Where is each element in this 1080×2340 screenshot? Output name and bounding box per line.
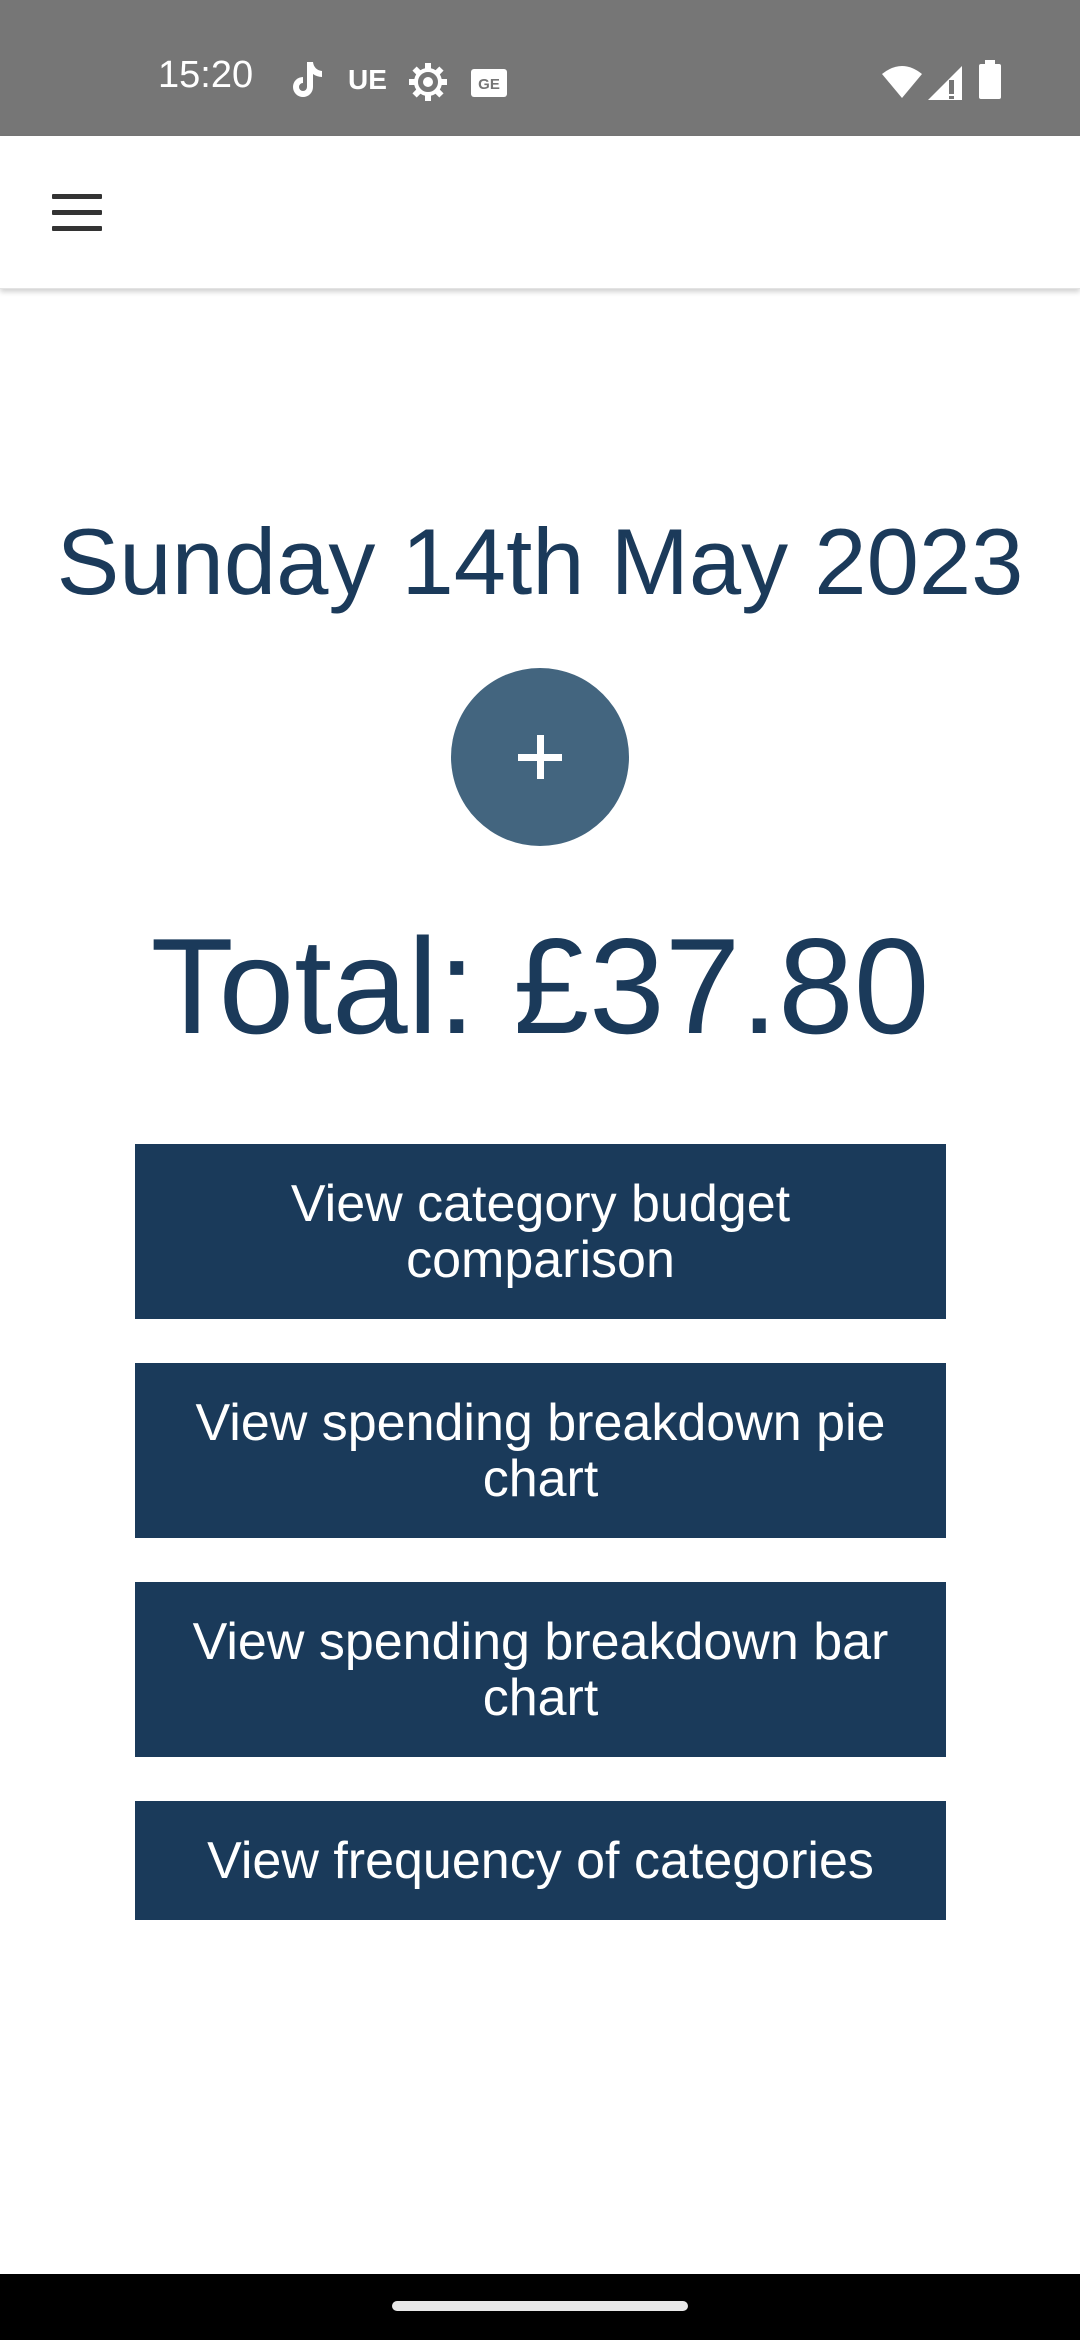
battery-icon [979, 60, 1001, 99]
menu-line-bottom [52, 226, 102, 231]
status-time: 15:20 [158, 54, 254, 96]
ue-icon: UE [348, 64, 387, 95]
screen: 15:20 UE GE Sunday 14th May 2023 Total: … [0, 0, 1080, 2340]
hamburger-menu-icon[interactable] [40, 184, 114, 242]
spending-pie-chart-button[interactable]: View spending breakdown pie chart [135, 1363, 946, 1538]
category-budget-comparison-button[interactable]: View category budget comparison [135, 1144, 946, 1319]
category-frequency-button[interactable]: View frequency of categories [135, 1801, 946, 1920]
navigation-bar [0, 2274, 1080, 2340]
plus-icon-vertical [537, 735, 544, 779]
wifi-icon [882, 66, 922, 98]
svg-text:GE: GE [478, 76, 500, 93]
date-title: Sunday 14th May 2023 [56, 509, 1024, 614]
app-bar [0, 136, 1080, 289]
add-expense-button[interactable] [451, 668, 629, 846]
ge-icon: GE [471, 69, 507, 97]
home-indicator[interactable] [392, 2301, 688, 2311]
signal-icon [928, 66, 962, 100]
menu-line-middle [52, 210, 102, 215]
tiktok-icon [293, 62, 322, 97]
menu-line-top [52, 194, 102, 199]
status-bar: 15:20 UE GE [0, 0, 1080, 136]
settings-gear-icon [409, 63, 447, 101]
spending-bar-chart-button[interactable]: View spending breakdown bar chart [135, 1582, 946, 1757]
total-amount: Total: £37.80 [150, 910, 930, 1062]
